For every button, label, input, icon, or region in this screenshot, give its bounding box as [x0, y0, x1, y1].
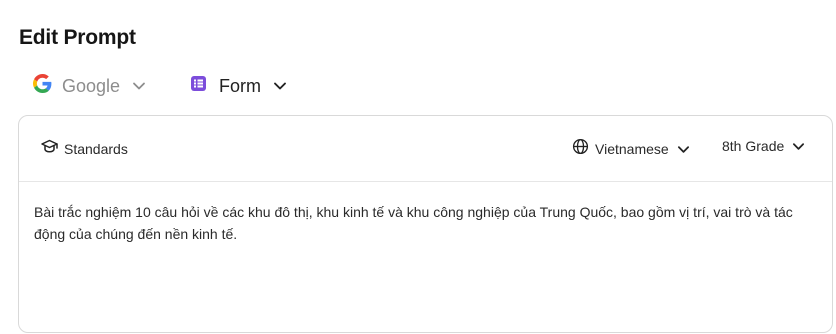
- chevron-down-icon: [273, 79, 287, 93]
- source-dropdown[interactable]: Google: [33, 72, 146, 100]
- language-dropdown[interactable]: Vietnamese: [572, 138, 690, 160]
- grade-dropdown[interactable]: 8th Grade: [722, 138, 805, 154]
- prompt-textarea[interactable]: Bài trắc nghiệm 10 câu hỏi về các khu đô…: [34, 201, 814, 245]
- globe-icon: [572, 138, 589, 160]
- chevron-down-icon: [132, 79, 146, 93]
- type-dropdown[interactable]: Form: [191, 72, 287, 100]
- page-title: Edit Prompt: [19, 26, 136, 49]
- source-label: Google: [62, 75, 121, 96]
- standards-label: Standards: [64, 141, 128, 157]
- prompt-card-header: Standards Vietnamese 8th Grade: [19, 116, 832, 182]
- language-label: Vietnamese: [595, 141, 669, 157]
- chevron-down-icon: [677, 143, 690, 156]
- chevron-down-icon: [792, 140, 805, 153]
- type-label: Form: [219, 75, 261, 96]
- standards-button[interactable]: Standards: [41, 139, 128, 159]
- form-list-icon: [191, 76, 206, 96]
- grade-label: 8th Grade: [722, 138, 785, 154]
- prompt-card: Standards Vietnamese 8th Grade Bài trắc …: [18, 115, 833, 333]
- graduation-cap-icon: [41, 139, 58, 159]
- google-icon: [33, 74, 52, 98]
